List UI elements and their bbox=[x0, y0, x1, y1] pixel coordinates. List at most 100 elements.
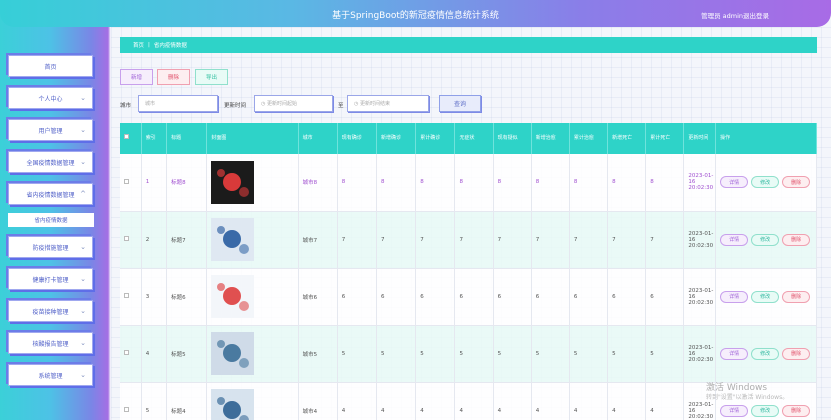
column-header[interactable]: 城市 bbox=[298, 123, 338, 154]
add-button[interactable]: 新增 bbox=[120, 69, 153, 85]
start-time-placeholder: 更新时间起始 bbox=[266, 101, 297, 107]
edit-button[interactable]: 修改 bbox=[751, 347, 780, 360]
chevron-down-icon: ⌄ bbox=[80, 94, 86, 102]
cell-city: 城市4 bbox=[298, 382, 338, 420]
cell-value: 5 bbox=[376, 325, 417, 383]
row-checkbox-cell[interactable] bbox=[120, 154, 142, 212]
cover-image bbox=[211, 218, 255, 261]
edit-button[interactable]: 修改 bbox=[751, 290, 780, 303]
detail-button[interactable]: 详情 bbox=[720, 404, 749, 417]
data-table: 索引 标题 封面图 城市 现有确诊 新增确诊 累计确诊 无症状 现有疑似 新增治… bbox=[120, 123, 817, 420]
checkbox[interactable] bbox=[124, 407, 129, 412]
sidebar-item-health-checkin[interactable]: 健康打卡管理 ⌄ bbox=[8, 268, 93, 290]
cell-value: 8 bbox=[531, 154, 570, 212]
cell-value: 5 bbox=[531, 325, 570, 383]
end-time-placeholder: 更新时间结束 bbox=[359, 101, 390, 107]
checkbox[interactable] bbox=[124, 350, 129, 355]
edit-button[interactable]: 修改 bbox=[751, 176, 780, 189]
edit-button[interactable]: 修改 bbox=[751, 404, 780, 417]
column-header[interactable]: 索引 bbox=[141, 123, 168, 154]
cell-value: 5 bbox=[454, 325, 494, 383]
sidebar-item-vaccination[interactable]: 疫苗接种管理 ⌄ bbox=[8, 300, 93, 322]
sidebar-item-profile[interactable]: 个人中心 ⌄ bbox=[8, 87, 93, 109]
sidebar-item-users[interactable]: 用户管理 ⌄ bbox=[8, 119, 93, 141]
row-delete-button[interactable]: 删除 bbox=[782, 233, 811, 246]
breadcrumb-home[interactable]: 首页 bbox=[133, 41, 144, 49]
row-checkbox-cell[interactable] bbox=[120, 382, 142, 420]
column-header[interactable]: 新增治愈 bbox=[531, 123, 570, 154]
sidebar-item-provincial-data[interactable]: 省内疫情数据管理 ^ bbox=[8, 183, 93, 205]
table-row[interactable]: 3 标题6 城市6 6 6 6 6 6 6 6 6 6 2023-01-16 20:02:30 详情 修改删… bbox=[120, 268, 817, 326]
column-header[interactable]: 现有确诊 bbox=[337, 123, 378, 154]
column-header[interactable]: 新增确诊 bbox=[376, 123, 417, 154]
checkbox[interactable] bbox=[124, 178, 129, 184]
sidebar-item-national-data[interactable]: 全国疫情数据管理 ⌄ bbox=[8, 151, 93, 173]
column-header[interactable]: 封面图 bbox=[206, 123, 299, 154]
sidebar-item-system[interactable]: 系统管理 ⌄ bbox=[8, 364, 93, 386]
cell-value: 4 bbox=[645, 382, 685, 420]
cell-city: 城市8 bbox=[298, 154, 338, 212]
logout-link[interactable]: 退出登录 bbox=[743, 10, 769, 20]
sidebar: 首页 个人中心 ⌄ 用户管理 ⌄ 全国疫情数据管理 ⌄ 省内疫情数据管理 ^ 省内疫情数… bbox=[0, 27, 103, 420]
cover-image bbox=[211, 160, 255, 204]
cover-image bbox=[211, 332, 255, 375]
checkbox[interactable] bbox=[124, 293, 129, 298]
detail-button[interactable]: 详情 bbox=[720, 233, 749, 246]
checkbox[interactable] bbox=[124, 236, 129, 241]
column-header[interactable]: 无症状 bbox=[454, 123, 494, 154]
start-time-input[interactable]: ◷ 更新时间起始 bbox=[254, 95, 333, 112]
cell-cover bbox=[206, 154, 299, 212]
sidebar-item-label: 疫苗接种管理 bbox=[32, 308, 69, 316]
table-row[interactable]: 1 标题8 城市8 8 8 8 8 8 8 8 8 8 2023-01-16 20:02:30 详情 修改删… bbox=[120, 154, 817, 212]
table-row[interactable]: 4 标题5 城市5 5 5 5 5 5 5 5 5 5 2023-01-16 20:02:30 详情 修改删… bbox=[120, 325, 817, 383]
column-header[interactable]: 标题 bbox=[166, 123, 208, 154]
row-delete-button[interactable]: 删除 bbox=[782, 290, 811, 303]
column-header[interactable]: 累计确诊 bbox=[415, 123, 456, 154]
edit-button[interactable]: 修改 bbox=[751, 233, 780, 246]
cell-update-time: 2023-01-16 20:02:30 bbox=[683, 325, 717, 383]
cell-value: 4 bbox=[415, 382, 456, 420]
cell-value: 7 bbox=[569, 211, 609, 269]
main-content: 首页 | 省内疫情数据 新增 删除 导出 城市 城市 更新时间 ◷ 更新时间起始… bbox=[111, 27, 831, 420]
cell-actions: 详情 修改 删除 bbox=[715, 154, 817, 212]
cover-image bbox=[211, 389, 255, 420]
cell-value: 8 bbox=[376, 154, 417, 212]
sidebar-item-prevention[interactable]: 防疫措施管理 ⌄ bbox=[8, 236, 93, 258]
column-header[interactable]: 现有疑似 bbox=[493, 123, 532, 154]
detail-button[interactable]: 详情 bbox=[720, 176, 749, 189]
row-delete-button[interactable]: 删除 bbox=[782, 176, 811, 189]
chevron-down-icon: ⌄ bbox=[80, 371, 86, 379]
column-header[interactable]: 累计死亡 bbox=[645, 123, 685, 154]
column-header[interactable]: 累计治愈 bbox=[569, 123, 609, 154]
cell-value: 7 bbox=[493, 211, 532, 269]
city-input[interactable]: 城市 bbox=[138, 95, 218, 112]
row-delete-button[interactable]: 删除 bbox=[782, 404, 811, 417]
row-checkbox-cell[interactable] bbox=[120, 268, 142, 326]
cell-value: 7 bbox=[415, 211, 456, 269]
select-all-checkbox[interactable] bbox=[120, 123, 142, 154]
row-delete-button[interactable]: 删除 bbox=[782, 347, 811, 360]
delete-button[interactable]: 删除 bbox=[157, 69, 190, 85]
chevron-down-icon: ⌄ bbox=[80, 243, 86, 251]
sidebar-item-nucleic-report[interactable]: 核酸报告管理 ⌄ bbox=[8, 332, 93, 354]
column-header[interactable]: 更新时间 bbox=[683, 123, 717, 154]
query-button[interactable]: 查询 bbox=[439, 95, 481, 112]
sidebar-item-home[interactable]: 首页 bbox=[8, 55, 93, 77]
export-button[interactable]: 导出 bbox=[195, 69, 228, 85]
to-label: 至 bbox=[338, 103, 344, 109]
sidebar-subitem-provincial-data[interactable]: 省内疫情数据 bbox=[8, 213, 94, 227]
column-header[interactable]: 新增死亡 bbox=[607, 123, 647, 154]
row-checkbox-cell[interactable] bbox=[120, 325, 142, 383]
row-checkbox-cell[interactable] bbox=[120, 211, 142, 269]
cell-value: 7 bbox=[454, 211, 494, 269]
cell-title: 标题7 bbox=[166, 211, 208, 269]
table-row[interactable]: 2 标题7 城市7 7 7 7 7 7 7 7 7 7 2023-01-16 20:02:30 详情 修改删… bbox=[120, 211, 817, 269]
checkbox[interactable] bbox=[124, 134, 129, 139]
detail-button[interactable]: 详情 bbox=[720, 347, 749, 360]
end-time-input[interactable]: ◷ 更新时间结束 bbox=[347, 95, 429, 112]
cell-cover bbox=[206, 268, 299, 326]
cell-value: 5 bbox=[493, 325, 532, 383]
breadcrumb-separator: | bbox=[148, 42, 150, 48]
detail-button[interactable]: 详情 bbox=[720, 290, 749, 303]
cell-cover bbox=[206, 325, 299, 383]
